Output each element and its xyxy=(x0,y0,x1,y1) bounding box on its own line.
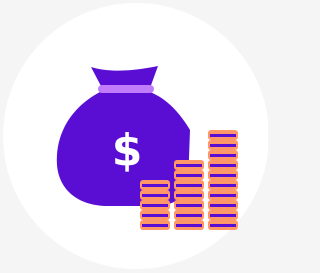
dollar-sign: $ xyxy=(112,125,143,176)
bag-tie xyxy=(98,85,154,93)
coin-stripe xyxy=(176,214,202,217)
coin-stripe xyxy=(142,194,168,197)
coin-stripe xyxy=(210,184,236,187)
coin-stripe xyxy=(210,144,236,147)
coin-stripe xyxy=(142,184,168,187)
coin-stack-3 xyxy=(208,130,238,230)
coin-stripe xyxy=(176,204,202,207)
coin-stripe xyxy=(210,134,236,137)
coin-stripe xyxy=(210,164,236,167)
coin-stripe xyxy=(142,204,168,207)
coin-stack-1 xyxy=(140,180,170,230)
coin-stripe xyxy=(176,184,202,187)
coin-stripe xyxy=(210,174,236,177)
coin-stripe xyxy=(210,214,236,217)
coin-stripe xyxy=(142,214,168,217)
coin-stripe xyxy=(176,224,202,227)
coin-stripe xyxy=(176,194,202,197)
coin-stripe xyxy=(210,224,236,227)
coin-stripe xyxy=(210,194,236,197)
money-bag-with-coin-stacks-icon: $ xyxy=(3,3,268,269)
coin-stripe xyxy=(210,204,236,207)
coin-stripe xyxy=(176,164,202,167)
coin-stripe xyxy=(210,154,236,157)
money-illustration: $ xyxy=(0,0,268,273)
coin-stripe xyxy=(142,224,168,227)
coin-stripe xyxy=(176,174,202,177)
coin-stack-2 xyxy=(174,160,204,230)
